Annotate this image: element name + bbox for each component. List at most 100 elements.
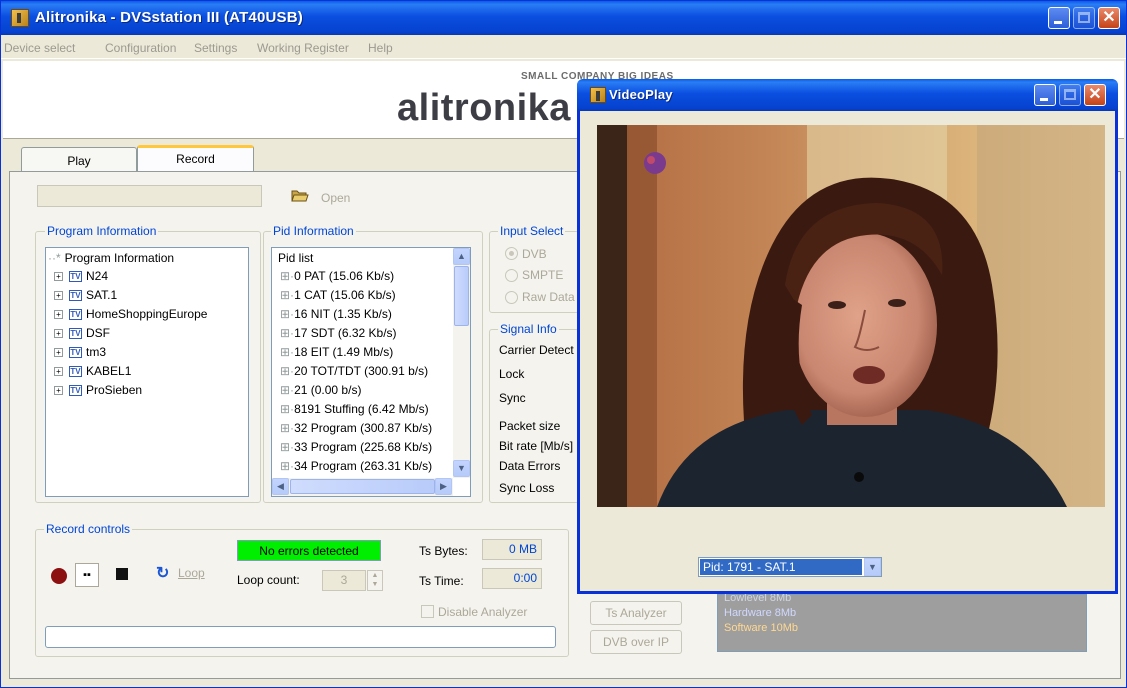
brand-logo: alitronika — [397, 87, 571, 129]
video-frame — [597, 125, 1105, 507]
tv-icon: TV — [69, 366, 82, 378]
pid-item[interactable]: ⊞·21 (0.00 b/s) — [280, 383, 361, 402]
radio-dvb-label: DVB — [522, 247, 547, 261]
menu-working-register[interactable]: Working Register — [257, 41, 349, 55]
video-play-window: VideoPlay ✕ Pid: 1791 - SAT.1 ▼ — [577, 79, 1118, 594]
pause-icon[interactable]: ▪▪ — [75, 563, 99, 587]
program-item-tm3[interactable]: + TV tm3 — [54, 345, 106, 364]
pid-item[interactable]: ⊞·20 TOT/TDT (300.91 b/s) — [280, 364, 428, 383]
ts-bytes-value: 0 MB — [482, 539, 542, 560]
minimize-icon — [1040, 98, 1048, 101]
loop-count-label: Loop count: — [237, 573, 300, 587]
program-item-kabel1[interactable]: + TV KABEL1 — [54, 364, 131, 383]
scroll-left-icon[interactable]: ◀ — [272, 478, 289, 495]
memory-list: Lowlevel 8Mb Hardware 8Mb Software 10Mb — [717, 592, 1087, 652]
record-progress-bar — [45, 626, 556, 648]
video-close-button[interactable]: ✕ — [1084, 84, 1106, 106]
maximize-button — [1073, 7, 1095, 29]
video-minimize-button[interactable] — [1034, 84, 1056, 106]
menu-help[interactable]: Help — [368, 41, 393, 55]
stop-icon[interactable] — [116, 568, 128, 580]
pid-item[interactable]: ⊞·1 CAT (15.06 Kb/s) — [280, 288, 396, 307]
program-item-hse[interactable]: + TV HomeShoppingEurope — [54, 307, 207, 326]
tv-icon: TV — [69, 385, 82, 397]
program-item-n24[interactable]: + TV N24 — [54, 269, 108, 288]
maximize-icon — [1078, 12, 1090, 23]
radio-smpte-label: SMPTE — [522, 268, 564, 282]
packet-size-label: Packet size — [499, 419, 561, 433]
loop-count-stepper[interactable]: ▲ ▼ — [367, 570, 383, 591]
program-item-prosieben[interactable]: + TV ProSieben — [54, 383, 142, 402]
pid-select[interactable]: Pid: 1791 - SAT.1 ▼ — [698, 557, 882, 577]
program-tree-root[interactable]: ··* Program Information — [48, 251, 174, 270]
minimize-icon — [1054, 21, 1062, 24]
minimize-button[interactable] — [1048, 7, 1070, 29]
menu-bar: Device select Configuration Settings Wor… — [1, 37, 1126, 59]
sync-loss-label: Sync Loss — [499, 481, 555, 495]
disable-analyzer-label: Disable Analyzer — [438, 605, 528, 619]
radio-smpte[interactable] — [505, 269, 518, 282]
pid-item[interactable]: ⊞·32 Program (300.87 Kb/s) — [280, 421, 432, 440]
signal-info-label: Signal Info — [498, 322, 559, 336]
pid-vscrollbar[interactable]: ▲ ▼ — [453, 248, 470, 478]
scroll-right-icon[interactable]: ▶ — [435, 478, 452, 495]
bit-rate-label: Bit rate [Mb/s] — [499, 439, 574, 453]
pid-hscroll-thumb[interactable] — [290, 479, 435, 494]
record-icon[interactable] — [51, 568, 67, 584]
video-app-icon — [590, 87, 606, 103]
loop-toggle[interactable]: Loop — [178, 566, 205, 580]
video-maximize-button — [1059, 84, 1081, 106]
pid-tree[interactable]: Pid list ⊞·0 PAT (15.06 Kb/s) ⊞·1 CAT (1… — [271, 247, 471, 497]
program-item-sat1[interactable]: + TV SAT.1 — [54, 288, 117, 307]
record-controls-label: Record controls — [44, 522, 133, 536]
disable-analyzer-checkbox[interactable] — [421, 605, 434, 618]
pid-info-label: Pid Information — [271, 224, 356, 238]
pid-hscrollbar[interactable]: ◀ ▶ — [272, 478, 453, 496]
memory-hardware: Hardware 8Mb — [724, 607, 797, 619]
ts-analyzer-button[interactable]: Ts Analyzer — [590, 601, 682, 625]
main-title-bar[interactable]: Alitronika - DVSstation III (AT40USB) ✕ — [1, 1, 1126, 35]
pid-item[interactable]: ⊞·16 NIT (1.35 Kb/s) — [280, 307, 392, 326]
tv-icon: TV — [69, 290, 82, 302]
maximize-icon — [1064, 89, 1076, 100]
loop-icon[interactable]: ↻ — [156, 563, 169, 583]
open-button[interactable]: Open — [321, 191, 350, 205]
data-errors-label: Data Errors — [499, 459, 561, 473]
video-title-bar[interactable]: VideoPlay ✕ — [577, 79, 1118, 111]
app-icon — [11, 9, 29, 27]
pid-item[interactable]: ⊞·34 Program (263.31 Kb/s) — [280, 459, 432, 478]
pid-vscroll-thumb[interactable] — [454, 266, 469, 326]
input-select-label: Input Select — [498, 224, 566, 238]
menu-settings[interactable]: Settings — [194, 41, 237, 55]
close-icon: ✕ — [1088, 86, 1102, 103]
radio-raw-data-label: Raw Data — [522, 290, 575, 304]
pid-item[interactable]: ⊞·0 PAT (15.06 Kb/s) — [280, 269, 394, 288]
pid-item[interactable]: ⊞·17 SDT (6.32 Kb/s) — [280, 326, 397, 345]
main-window-title: Alitronika - DVSstation III (AT40USB) — [35, 9, 303, 26]
dvb-over-ip-button[interactable]: DVB over IP — [590, 630, 682, 654]
pid-item[interactable]: ⊞·18 EIT (1.49 Mb/s) — [280, 345, 393, 364]
folder-open-icon[interactable] — [291, 188, 309, 202]
radio-dvb[interactable] — [505, 247, 518, 260]
close-button[interactable]: ✕ — [1098, 7, 1120, 29]
menu-device-select[interactable]: Device select — [4, 41, 75, 55]
file-path-field[interactable] — [37, 185, 262, 207]
program-tree[interactable]: ··* Program Information + TV N24 + TV SAT.1 +… — [45, 247, 249, 497]
radio-raw-data[interactable] — [505, 291, 518, 304]
menu-configuration[interactable]: Configuration — [105, 41, 176, 55]
ts-time-value: 0:00 — [482, 568, 542, 589]
program-item-dsf[interactable]: + TV DSF — [54, 326, 110, 345]
status-badge: No errors detected — [237, 540, 381, 561]
pid-tree-root[interactable]: Pid list — [278, 251, 313, 270]
scroll-down-icon[interactable]: ▼ — [453, 460, 470, 477]
pid-item[interactable]: ⊞·8191 Stuffing (6.42 Mb/s) — [280, 402, 429, 421]
sync-label: Sync — [499, 391, 526, 405]
carrier-detect-label: Carrier Detect — [499, 343, 574, 357]
pid-item[interactable]: ⊞·33 Program (225.68 Kb/s) — [280, 440, 432, 459]
video-window-title: VideoPlay — [609, 87, 673, 102]
chevron-down-icon[interactable]: ▼ — [864, 558, 881, 576]
loop-count-input[interactable]: 3 — [322, 570, 366, 591]
scroll-up-icon[interactable]: ▲ — [453, 248, 470, 265]
ts-time-label: Ts Time: — [419, 574, 464, 588]
close-icon: ✕ — [1102, 9, 1116, 26]
